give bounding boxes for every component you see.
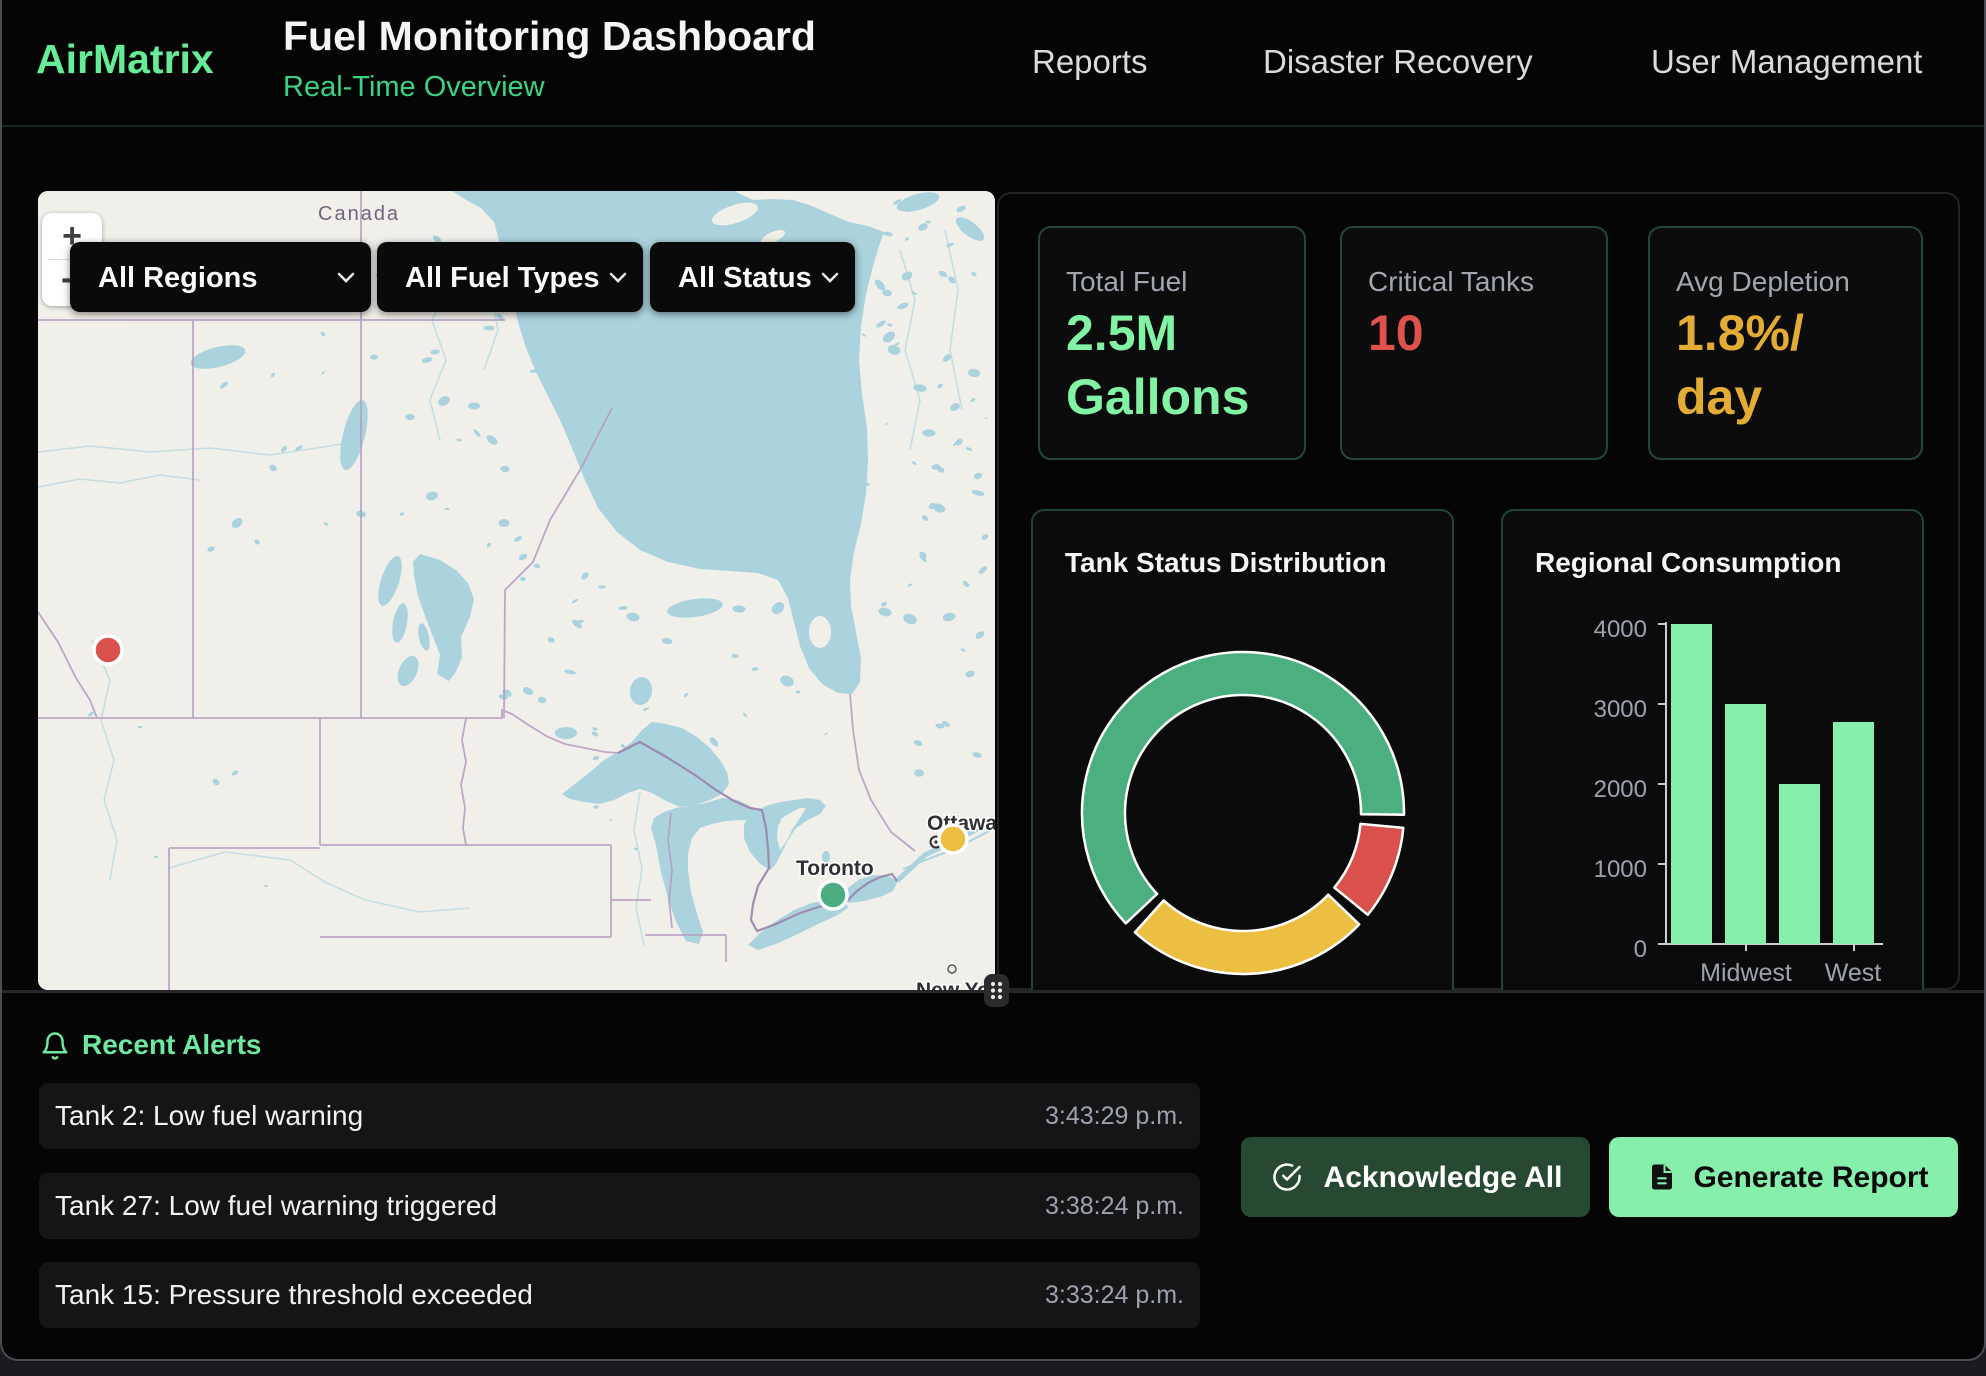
svg-text:West: West	[1825, 959, 1882, 987]
svg-text:Canada: Canada	[318, 203, 400, 225]
svg-text:2000: 2000	[1594, 776, 1647, 803]
svg-text:Midwest: Midwest	[1700, 959, 1792, 987]
svg-text:1000: 1000	[1594, 856, 1647, 883]
svg-text:3000: 3000	[1594, 696, 1647, 723]
svg-text:Toronto: Toronto	[796, 857, 874, 880]
svg-text:0: 0	[1634, 936, 1647, 963]
svg-text:4000: 4000	[1594, 616, 1647, 643]
